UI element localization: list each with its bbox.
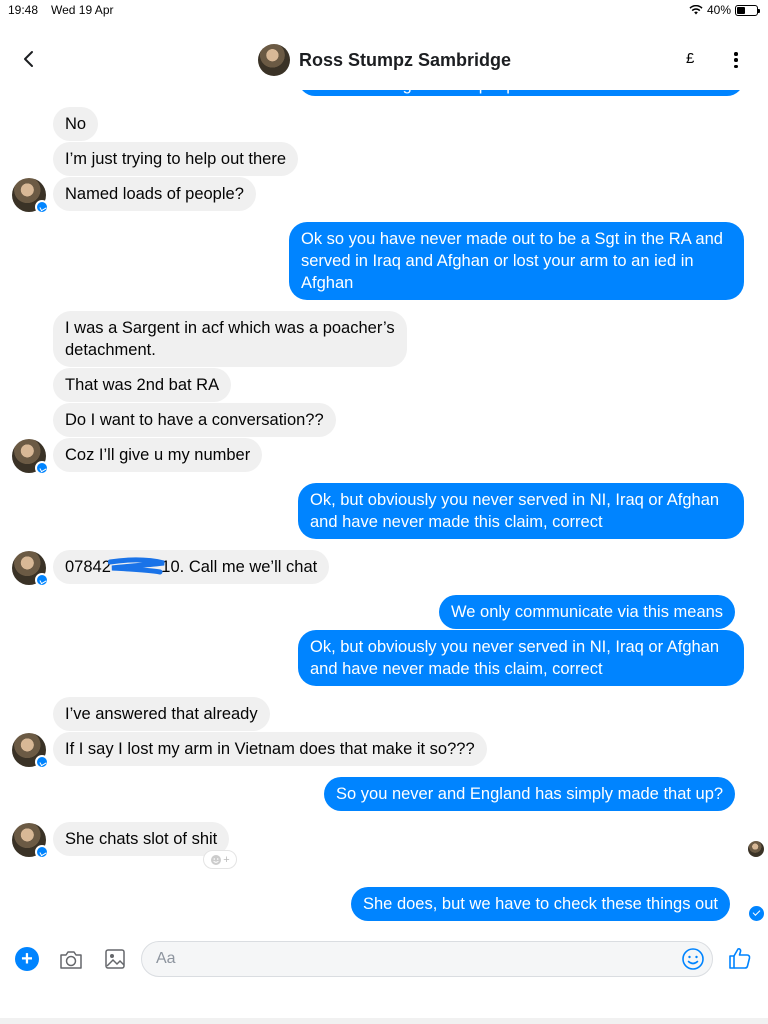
message-bubble: Ok so you have never made out to be a Sg…: [289, 222, 744, 300]
avatar: [258, 44, 290, 76]
message-bubble: Do I want to have a conversation??: [53, 403, 336, 437]
status-right: 40%: [689, 3, 760, 17]
battery-icon: [735, 4, 760, 16]
pound-icon[interactable]: £: [686, 50, 694, 67]
messenger-badge-icon: [35, 573, 49, 587]
messenger-badge-icon: [35, 755, 49, 769]
emoji-icon[interactable]: [681, 947, 705, 971]
message-bubble: We only communicate via this means: [439, 595, 736, 629]
message-bubble: 07842 10. Call me we’ll chat: [53, 550, 330, 584]
message-bubble: She chats slot of shit: [53, 822, 230, 856]
status-bar: 19:48 Wed 19 Apr 40%: [0, 0, 768, 22]
camera-icon[interactable]: [58, 947, 84, 973]
message-bubble: That was 2nd bat RA: [53, 368, 232, 402]
battery-percent: 40%: [706, 3, 731, 17]
message-bubble: No: [53, 107, 99, 141]
redaction-scribble: [108, 557, 165, 575]
contact-name: Ross Stumpz Sambridge: [299, 49, 512, 70]
gallery-icon[interactable]: [104, 947, 126, 971]
message-bubble: I was a Sargent in acf which was a poach…: [53, 311, 407, 367]
message-bubble: Ok, but obviously you never served in NI…: [298, 483, 744, 539]
messenger-badge-icon: [35, 461, 49, 475]
delivered-check-icon: [749, 906, 764, 921]
status-time: 19:48: [8, 3, 39, 17]
message-bubble: She does, but we have to check these thi…: [351, 887, 730, 921]
sender-avatar[interactable]: [12, 823, 49, 859]
message-bubble: If I say I lost my arm in Vietnam does t…: [53, 732, 487, 766]
message-bubble: I’ve answered that already: [53, 697, 270, 731]
message-bubble: Coz I’ll give u my number: [53, 438, 263, 472]
thumbs-up-icon[interactable]: [728, 946, 752, 970]
sender-avatar[interactable]: [12, 178, 49, 214]
message-input-placeholder: Aa: [156, 950, 176, 967]
message-input[interactable]: Aa: [141, 941, 713, 977]
contact-info[interactable]: Ross Stumpz Sambridge: [258, 44, 511, 76]
add-reaction-icon[interactable]: +: [203, 850, 237, 869]
message-composer: + Aa: [0, 935, 768, 985]
message-bubble: I’m just trying to help out there: [53, 142, 299, 176]
sender-avatar[interactable]: [12, 551, 49, 587]
reaction-smiley-icon: [211, 854, 222, 865]
messenger-badge-icon: [35, 845, 49, 859]
bottom-edge: [0, 1018, 768, 1024]
more-options-icon[interactable]: [733, 52, 739, 68]
plus-icon[interactable]: +: [15, 947, 39, 971]
status-date: Wed 19 Apr: [51, 3, 114, 17]
sender-avatar[interactable]: [12, 439, 49, 475]
message-bubble: Ok, but obviously you never served in NI…: [298, 630, 744, 686]
chat-header: Ross Stumpz Sambridge £: [0, 30, 768, 90]
message-bubble: So you never and England has simply made…: [324, 777, 736, 811]
wifi-icon: [689, 5, 703, 15]
message-bubble: Named loads of people?: [53, 177, 256, 211]
back-chevron-icon[interactable]: [20, 50, 38, 68]
messenger-badge-icon: [35, 200, 49, 214]
sender-avatar[interactable]: [12, 733, 49, 769]
seen-indicator-avatar: [748, 841, 764, 857]
